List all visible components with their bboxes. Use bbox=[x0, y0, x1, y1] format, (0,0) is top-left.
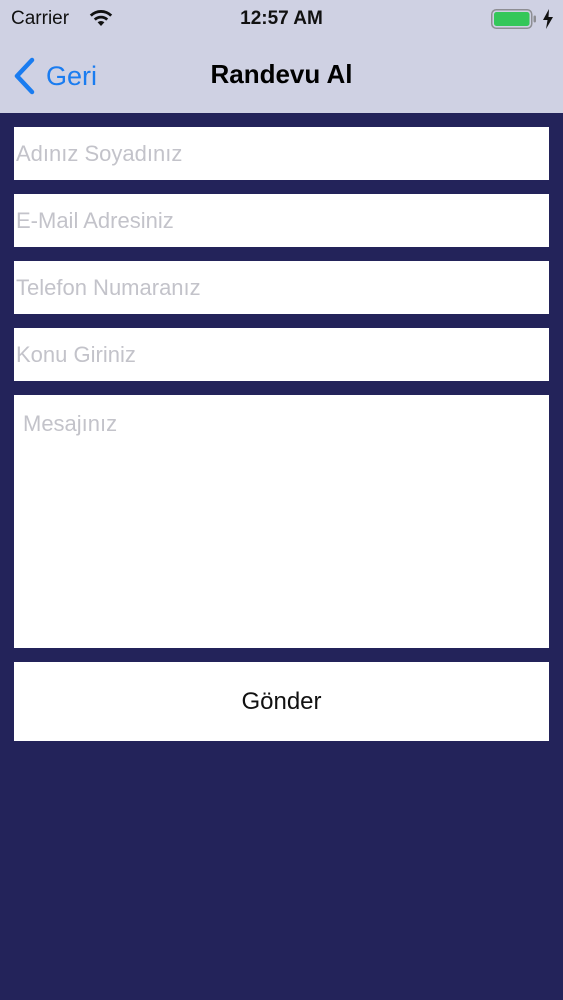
charging-bolt-icon bbox=[543, 9, 553, 29]
message-field[interactable] bbox=[14, 395, 549, 648]
top-bar: Carrier 12:57 AM Geri Randevu Al bbox=[0, 0, 563, 113]
status-time: 12:57 AM bbox=[240, 8, 323, 29]
email-field[interactable] bbox=[14, 194, 549, 247]
submit-button[interactable]: Gönder bbox=[14, 662, 549, 741]
navigation-bar: Geri Randevu Al bbox=[0, 44, 563, 110]
status-bar: Carrier 12:57 AM bbox=[0, 0, 563, 40]
page-title: Randevu Al bbox=[210, 59, 353, 89]
battery-icon bbox=[491, 9, 536, 29]
name-field[interactable] bbox=[14, 127, 549, 180]
phone-field[interactable] bbox=[14, 261, 549, 314]
subject-field[interactable] bbox=[14, 328, 549, 381]
